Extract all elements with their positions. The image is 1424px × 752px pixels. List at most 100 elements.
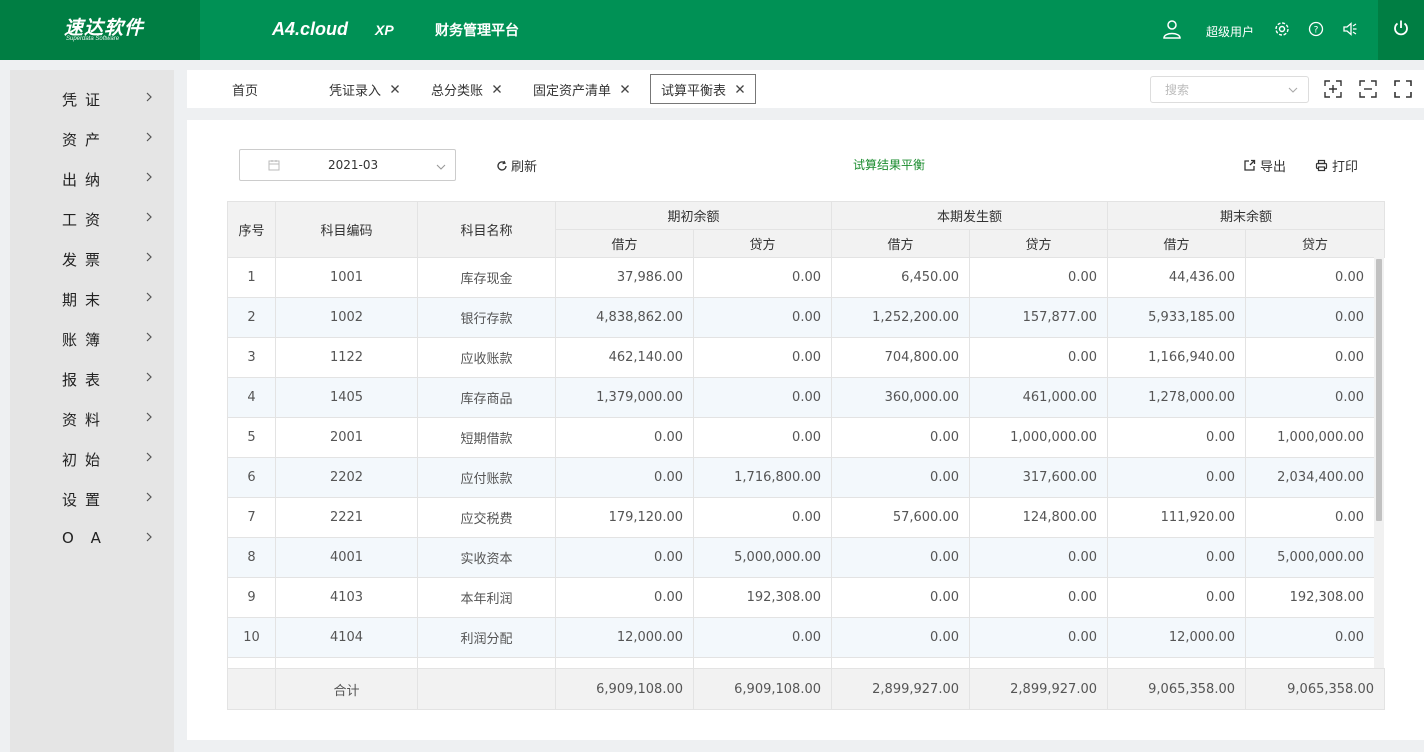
tab-fixed-assets-list[interactable]: 固定资产清单 [533, 74, 630, 104]
table-row[interactable]: 4 1405 库存商品 1,379,000.00 0.00 360,000.00 461,0… [227, 377, 1375, 418]
tab-general-ledger[interactable]: 总分类账 [431, 74, 502, 104]
export-button[interactable]: 导出 [1243, 156, 1286, 175]
table-row[interactable]: 8 4001 实收资本 0.00 5,000,000.00 0.00 0.00 0.00 5,0… [227, 537, 1375, 578]
sidebar-item-label: 初始 [62, 451, 109, 469]
cell-empty [969, 657, 1108, 668]
col-header-seq: 序号 [227, 201, 276, 258]
scrollbar-thumb[interactable] [1376, 259, 1382, 521]
table-row[interactable]: 5 2001 短期借款 0.00 0.00 0.00 1,000,000.00 0.00 1,0… [227, 417, 1375, 458]
power-icon [1392, 19, 1410, 41]
period-value: 2021-03 [328, 158, 379, 172]
zoom-in-icon[interactable] [1323, 79, 1343, 99]
tab-voucher-entry[interactable]: 凭证录入 [329, 74, 400, 104]
sidebar-item-payroll[interactable]: 工资 [10, 198, 174, 238]
tab-home[interactable]: 首页 [232, 74, 258, 104]
cell-opening-debit: 37,986.00 [555, 257, 694, 298]
cell-empty [1107, 657, 1246, 668]
table-row[interactable]: 2 1002 银行存款 4,838,862.00 0.00 1,252,200.00 157… [227, 297, 1375, 338]
speaker-icon[interactable] [1339, 18, 1361, 40]
cell-name: 利润分配 [417, 617, 556, 658]
chevron-right-icon [146, 292, 152, 302]
table-row[interactable]: 3 1122 应收账款 462,140.00 0.00 704,800.00 0.00 1,1… [227, 337, 1375, 378]
print-label: 打印 [1332, 160, 1359, 175]
table-row[interactable]: 10 4104 利润分配 12,000.00 0.00 0.00 0.00 12,000.00… [227, 617, 1375, 658]
search-input[interactable] [1151, 77, 1281, 102]
sidebar-item-label: 发票 [62, 251, 109, 269]
sidebar-item-label: 出纳 [62, 171, 109, 189]
user-name[interactable]: 超级用户 [1206, 23, 1254, 40]
refresh-button[interactable]: 刷新 [496, 156, 537, 175]
col-header-closing-credit: 贷方 [1245, 229, 1386, 258]
tab-bar: 首页 凭证录入 总分类账 固定资产清单 试算平衡表 [187, 70, 1424, 108]
total-closing-credit: 9,065,358.00 [1245, 668, 1385, 710]
cell-period-debit: 0.00 [831, 577, 970, 618]
search-box[interactable] [1150, 76, 1309, 103]
table-row[interactable]: 6 2202 应付账款 0.00 1,716,800.00 0.00 317,600.00 0… [227, 457, 1375, 498]
cell-closing-debit: 111,920.00 [1107, 497, 1246, 538]
gear-icon[interactable] [1271, 18, 1293, 40]
cell-opening-debit: 0.00 [555, 537, 694, 578]
cell-closing-credit: 2,034,400.00 [1245, 457, 1375, 498]
chevron-right-icon [146, 532, 152, 542]
cell-seq: 10 [227, 617, 276, 658]
sidebar-item-ledger[interactable]: 账簿 [10, 318, 174, 358]
sidebar-item-oa[interactable]: O A [10, 518, 174, 558]
period-picker[interactable]: 2021-03 [239, 149, 456, 181]
cell-period-debit: 0.00 [831, 617, 970, 658]
table-row[interactable] [227, 657, 1375, 668]
cell-name: 实收资本 [417, 537, 556, 578]
table-row[interactable]: 1 1001 库存现金 37,986.00 0.00 6,450.00 0.00 44,436… [227, 257, 1375, 298]
sidebar-item-settings[interactable]: 设置 [10, 478, 174, 518]
sidebar-item-cashier[interactable]: 出纳 [10, 158, 174, 198]
cell-closing-credit: 0.00 [1245, 257, 1375, 298]
col-header-period: 本期发生额 [831, 201, 1109, 230]
table-header: 序号 科目编码 科目名称 期初余额 本期发生额 期末余额 借方 贷方 借方 贷方… [227, 201, 1386, 258]
sidebar-item-assets[interactable]: 资产 [10, 118, 174, 158]
sidebar-item-label: 账簿 [62, 331, 109, 349]
table-scrollbar[interactable] [1374, 257, 1384, 668]
tab-label: 试算平衡表 [661, 83, 727, 99]
platform-title: 财务管理平台 [435, 23, 519, 39]
cell-opening-credit: 0.00 [693, 337, 832, 378]
total-opening-credit: 6,909,108.00 [693, 668, 832, 710]
table-row[interactable]: 9 4103 本年利润 0.00 192,308.00 0.00 0.00 0.00 192,3… [227, 577, 1375, 618]
cell-period-credit: 0.00 [969, 577, 1108, 618]
print-button[interactable]: 打印 [1315, 156, 1358, 175]
cell-name: 短期借款 [417, 417, 556, 458]
cell-opening-debit: 4,838,862.00 [555, 297, 694, 338]
total-closing-debit: 9,065,358.00 [1107, 668, 1246, 710]
cell-opening-debit: 12,000.00 [555, 617, 694, 658]
close-icon[interactable] [735, 84, 745, 94]
sidebar-item-voucher[interactable]: 凭证 [10, 78, 174, 118]
chevron-down-icon[interactable] [1288, 85, 1298, 95]
table-row[interactable]: 7 2221 应交税费 179,120.00 0.00 57,600.00 124,800.… [227, 497, 1375, 538]
chevron-down-icon [436, 164, 446, 170]
table-total-row: 合计 6,909,108.00 6,909,108.00 2,899,927.0… [227, 668, 1385, 710]
user-icon[interactable] [1161, 18, 1183, 40]
cell-code: 4001 [275, 537, 418, 578]
tab-label: 总分类账 [431, 83, 484, 99]
sidebar-item-invoice[interactable]: 发票 [10, 238, 174, 278]
cell-seq: 6 [227, 457, 276, 498]
trial-balance-table: 序号 科目编码 科目名称 期初余额 本期发生额 期末余额 借方 贷方 借方 贷方… [227, 201, 1386, 710]
table-body-scroll[interactable]: 1 1001 库存现金 37,986.00 0.00 6,450.00 0.00 44,436… [227, 257, 1384, 668]
cell-opening-credit: 0.00 [693, 497, 832, 538]
close-icon[interactable] [620, 84, 630, 94]
sidebar-item-initial[interactable]: 初始 [10, 438, 174, 478]
close-icon[interactable] [390, 84, 400, 94]
zoom-out-icon[interactable] [1358, 79, 1378, 99]
cell-seq: 7 [227, 497, 276, 538]
sidebar-item-master-data[interactable]: 资料 [10, 398, 174, 438]
power-button[interactable] [1378, 0, 1424, 60]
cell-closing-credit: 5,000,000.00 [1245, 537, 1375, 578]
cell-opening-credit: 1,716,800.00 [693, 457, 832, 498]
tab-trial-balance[interactable]: 试算平衡表 [650, 74, 757, 104]
sidebar-item-reports[interactable]: 报表 [10, 358, 174, 398]
close-icon[interactable] [492, 84, 502, 94]
chevron-right-icon [146, 172, 152, 182]
cell-period-debit: 6,450.00 [831, 257, 970, 298]
sidebar-item-period-end[interactable]: 期末 [10, 278, 174, 318]
help-icon[interactable]: ? [1305, 18, 1327, 40]
fullscreen-icon[interactable] [1393, 79, 1413, 99]
cell-code: 2202 [275, 457, 418, 498]
